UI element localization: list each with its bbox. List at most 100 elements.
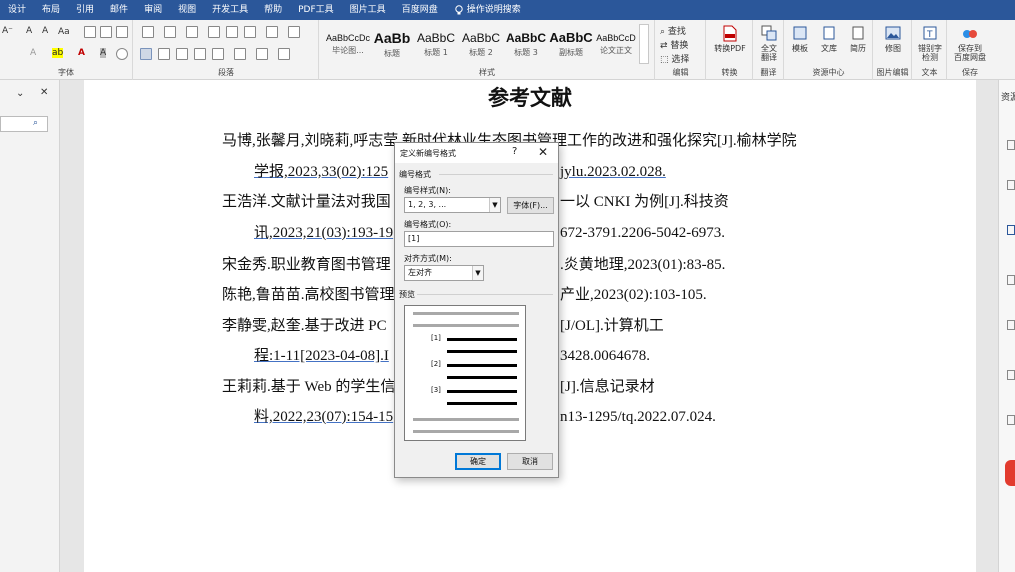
- style-item[interactable]: AaBb 标题: [368, 24, 416, 64]
- phonetic-guide-icon[interactable]: [100, 26, 112, 38]
- tab-baidu-netdisk[interactable]: 百度网盘: [394, 0, 446, 20]
- preview-line: [447, 390, 517, 393]
- dialog-titlebar[interactable]: 定义新编号格式 ? ✕: [395, 143, 558, 163]
- preview-number: [2]: [431, 360, 441, 368]
- align-right-icon[interactable]: [176, 48, 188, 60]
- side-tool-icon[interactable]: [1007, 140, 1015, 150]
- ref-line: 陈艳,鲁苗苗.高校图书管理: [222, 287, 395, 303]
- ref-line: 王浩洋.文献计量法对我国: [222, 194, 391, 210]
- close-icon[interactable]: ✕: [40, 87, 48, 98]
- tab-pdf-tools[interactable]: PDF工具: [290, 0, 342, 20]
- retouch-label: 修图: [885, 44, 901, 53]
- to-pdf-button[interactable]: 转换PDF: [712, 24, 748, 68]
- convert-group: 转换PDF 转换: [707, 20, 753, 80]
- library-button[interactable]: 文库: [815, 24, 843, 68]
- save-baidu-button[interactable]: 保存到 百度网盘: [952, 24, 988, 68]
- enclose-char-icon[interactable]: [116, 48, 128, 60]
- clear-format-icon[interactable]: [84, 26, 96, 38]
- highlight-button[interactable]: ab: [52, 48, 64, 58]
- preview-line: [447, 350, 517, 353]
- retouch-button[interactable]: 修图: [875, 24, 911, 68]
- sort-icon[interactable]: [266, 26, 278, 38]
- full-translate-button[interactable]: 全文 翻译: [751, 24, 787, 68]
- image-icon: [884, 24, 902, 42]
- char-border-icon[interactable]: [116, 26, 128, 38]
- justify-icon[interactable]: [194, 48, 206, 60]
- select-button[interactable]: ⬚ 选择: [660, 52, 689, 65]
- char-shading-button[interactable]: A: [100, 48, 107, 58]
- shrink-font-button[interactable]: A: [42, 26, 54, 38]
- line-spacing-icon[interactable]: [234, 48, 246, 60]
- shading-icon[interactable]: [256, 48, 268, 60]
- change-case-button[interactable]: Aa: [58, 27, 70, 37]
- full-translate-label: 全文 翻译: [761, 44, 777, 62]
- cancel-button[interactable]: 取消: [507, 453, 553, 470]
- tell-me-search[interactable]: 操作说明搜索: [446, 0, 529, 20]
- style-item[interactable]: AaBbC 副标题: [547, 24, 595, 64]
- tab-references[interactable]: 引用: [68, 0, 102, 20]
- multilevel-list-icon[interactable]: [186, 26, 198, 38]
- number-format-input[interactable]: [1]: [404, 231, 554, 247]
- paragraph-group: 段落: [134, 20, 319, 80]
- ref-line: 程:1-11[2023-04-08].I: [254, 348, 389, 364]
- find-icon: ⌕: [660, 27, 668, 37]
- side-tool-icon[interactable]: [1007, 275, 1015, 285]
- numbering-icon[interactable]: [164, 26, 176, 38]
- number-style-select[interactable]: 1, 2, 3, ... ▼: [404, 197, 501, 213]
- style-name: 标题 2: [469, 47, 493, 57]
- side-tool-icon[interactable]: [1007, 370, 1015, 380]
- align-left-icon[interactable]: [140, 48, 152, 60]
- style-item[interactable]: AaBbCcD 论文正文: [592, 24, 640, 64]
- template-button[interactable]: 模板: [786, 24, 814, 68]
- tab-design[interactable]: 设计: [0, 0, 34, 20]
- nav-search-input[interactable]: ⌕: [0, 116, 48, 132]
- font-button[interactable]: 字体(F)...: [507, 197, 554, 214]
- show-marks-icon[interactable]: [288, 26, 300, 38]
- style-item[interactable]: AaBbC 标题 1: [412, 24, 460, 64]
- preview-line: [413, 324, 519, 327]
- find-button[interactable]: ⌕ 查找: [660, 24, 686, 37]
- distributed-icon[interactable]: [212, 48, 224, 60]
- help-icon[interactable]: ?: [512, 146, 517, 157]
- alignment-select[interactable]: 左对齐 ▼: [404, 265, 484, 281]
- font-group: A⁻ A A Aa A ab A A 字体: [0, 20, 133, 80]
- close-icon[interactable]: ✕: [538, 145, 548, 159]
- side-tool-icon[interactable]: [1007, 415, 1015, 425]
- tab-layout[interactable]: 布局: [34, 0, 68, 20]
- number-format-label: 编号格式(O):: [404, 220, 452, 229]
- style-item[interactable]: AaBbC 标题 2: [457, 24, 505, 64]
- side-tool-icon[interactable]: [1007, 225, 1015, 235]
- resume-button[interactable]: 简历: [844, 24, 872, 68]
- image-edit-group-label: 图片编辑: [876, 68, 909, 77]
- font-color-button[interactable]: A: [78, 48, 85, 58]
- ocr-button[interactable]: T 错别字 检测: [912, 24, 948, 68]
- template-icon: [791, 24, 809, 42]
- ref-line: n13-1295/tq.2022.07.024.: [560, 409, 716, 425]
- side-tool-icon[interactable]: [1007, 320, 1015, 330]
- tab-help[interactable]: 帮助: [256, 0, 290, 20]
- tab-picture-tools[interactable]: 图片工具: [342, 0, 394, 20]
- tab-view[interactable]: 视图: [170, 0, 204, 20]
- tab-review[interactable]: 审阅: [136, 0, 170, 20]
- library-icon: [820, 24, 838, 42]
- tab-mailings[interactable]: 邮件: [102, 0, 136, 20]
- style-item[interactable]: AaBbCcDc 毕论图...: [324, 24, 372, 64]
- bullets-icon[interactable]: [142, 26, 154, 38]
- align-center-icon[interactable]: [158, 48, 170, 60]
- side-tool-icon[interactable]: [1007, 180, 1015, 190]
- replace-button[interactable]: ⇄ 替换: [660, 38, 688, 51]
- chinese-layout-icon[interactable]: [244, 26, 256, 38]
- chevron-down-icon[interactable]: ⌄: [16, 88, 24, 99]
- red-badge-icon[interactable]: [1005, 460, 1015, 486]
- ref-line: 一以 CNKI 为例[J].科技资: [560, 194, 729, 210]
- ok-button[interactable]: 确定: [455, 453, 501, 470]
- increase-indent-icon[interactable]: [226, 26, 238, 38]
- text-effects-button[interactable]: A: [30, 48, 36, 58]
- borders-icon[interactable]: [278, 48, 290, 60]
- grow-font-button[interactable]: A: [26, 26, 38, 38]
- style-item[interactable]: AaBbC 标题 3: [502, 24, 550, 64]
- font-size-decrease[interactable]: A⁻: [2, 26, 20, 38]
- tab-developer[interactable]: 开发工具: [204, 0, 256, 20]
- decrease-indent-icon[interactable]: [208, 26, 220, 38]
- styles-scroll[interactable]: [639, 24, 649, 64]
